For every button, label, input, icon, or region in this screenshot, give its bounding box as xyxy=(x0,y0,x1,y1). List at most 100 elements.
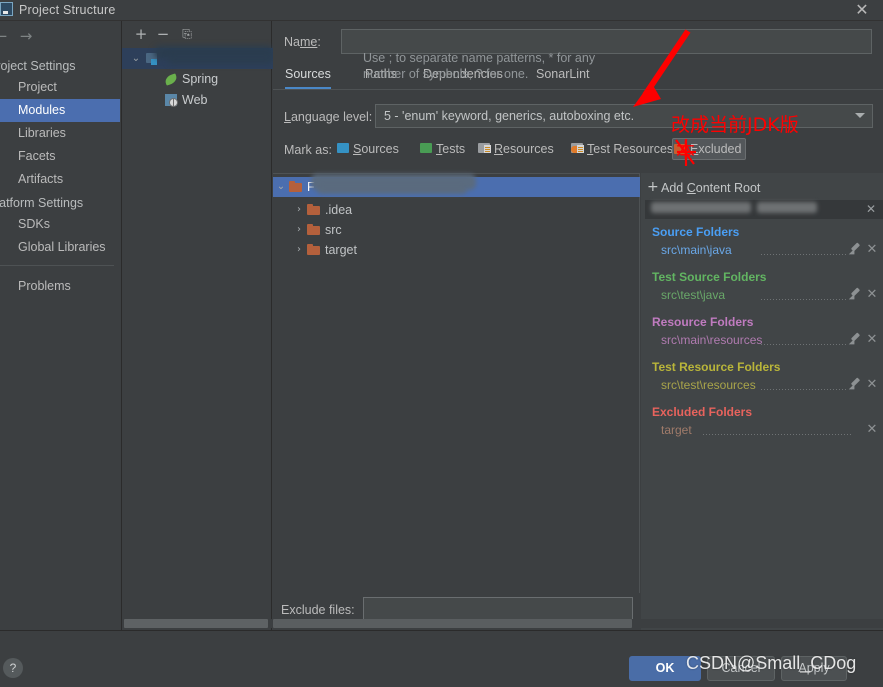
redaction-blob xyxy=(168,55,273,64)
modules-hscrollbar-track[interactable] xyxy=(122,619,273,628)
sidebar-item-label: Project xyxy=(18,80,57,94)
help-button[interactable]: ? xyxy=(3,658,23,678)
remove-folder-icon[interactable]: ✕ xyxy=(865,243,879,257)
language-level-label-rest: anguage level: xyxy=(290,110,373,124)
folder-icon xyxy=(307,224,321,236)
back-arrow-icon[interactable]: ← xyxy=(0,27,14,45)
main-hscrollbar-thumb[interactable] xyxy=(273,619,632,628)
remove-folder-icon[interactable]: ✕ xyxy=(865,288,879,302)
chevron-down-icon[interactable]: ⌄ xyxy=(130,48,142,69)
edit-pencil-icon[interactable] xyxy=(848,287,862,303)
modules-list-panel: + − ⎘ ⌄ Spring Web xyxy=(121,21,274,630)
add-content-root-post: ontent Root xyxy=(695,181,761,195)
module-name-label: Name: xyxy=(284,35,321,49)
mark-as-label: xcluded xyxy=(698,142,742,156)
sidebar-item-modules[interactable]: Modules xyxy=(0,99,120,122)
forward-arrow-icon[interactable]: → xyxy=(13,27,39,45)
chevron-right-icon[interactable]: › xyxy=(293,220,305,240)
mark-as-esources-button[interactable]: Resources xyxy=(477,138,558,160)
sidebar-item-label: Libraries xyxy=(18,126,66,140)
edit-pencil-icon[interactable] xyxy=(848,242,862,258)
title-bar: Project Structure ✕ xyxy=(0,0,883,21)
mark-as-label: Mark as: xyxy=(284,143,332,157)
content-root-tree: ⌄F›.idea›src›target xyxy=(273,173,640,593)
remove-folder-icon[interactable]: ✕ xyxy=(865,378,879,392)
tabs-divider xyxy=(273,89,883,90)
mark-as-est-resources-button[interactable]: Test Resources xyxy=(570,138,677,160)
sidebar-item-facets[interactable]: Facets xyxy=(0,145,120,168)
module-list-item-label: Spring xyxy=(182,72,219,86)
chevron-down-icon[interactable]: ⌄ xyxy=(275,177,287,197)
folder-group-title: Source Folders xyxy=(652,225,740,239)
add-content-root-button[interactable]: + Add Content Root xyxy=(647,179,760,197)
exclude-files-hint-line2: number of symbols, ? for one. xyxy=(363,67,529,81)
tree-row[interactable]: › target xyxy=(273,240,640,260)
mark-as-label: est Resources xyxy=(593,142,674,156)
module-list-item[interactable]: Spring xyxy=(122,69,273,90)
modules-hscrollbar-thumb[interactable] xyxy=(124,619,268,628)
add-module-icon[interactable]: + xyxy=(131,24,151,44)
remove-content-root-icon[interactable]: ✕ xyxy=(863,201,879,218)
remove-folder-icon[interactable]: ✕ xyxy=(865,423,879,437)
tests-folder-icon xyxy=(420,142,434,154)
mark-as-ests-button[interactable]: Tests xyxy=(419,138,469,160)
sidebar-item-artifacts[interactable]: Artifacts xyxy=(0,168,120,191)
folder-path: src\main\java xyxy=(661,243,732,257)
dotted-leader xyxy=(761,344,846,345)
remove-folder-icon[interactable]: ✕ xyxy=(865,333,879,347)
folder-path: src\test\resources xyxy=(661,378,756,392)
mark-as-ources-button[interactable]: Sources xyxy=(336,138,403,160)
exclude-files-input[interactable] xyxy=(363,597,633,620)
edit-pencil-icon[interactable] xyxy=(848,377,862,393)
folder-icon xyxy=(307,204,321,216)
chevron-down-icon[interactable] xyxy=(855,113,865,118)
annotation-jdk-note-line2: 本 xyxy=(676,140,696,162)
redaction-blob xyxy=(757,202,817,213)
module-list-item-label: Web xyxy=(182,93,208,107)
sidebar-group-title: Platform Settings xyxy=(0,196,84,210)
module-name-label-pre: Na xyxy=(284,35,300,49)
add-content-root-pre: Add xyxy=(661,181,687,195)
sidebar-item-libraries[interactable]: Libraries xyxy=(0,122,120,145)
sidebar-item-label: Modules xyxy=(18,103,66,117)
dotted-leader xyxy=(703,434,853,435)
folder-path: target xyxy=(661,423,692,437)
tree-row[interactable]: › src xyxy=(273,220,640,240)
exclude-files-label: Exclude files: xyxy=(281,603,355,617)
copy-module-icon[interactable]: ⎘ xyxy=(177,24,197,44)
edit-pencil-icon[interactable] xyxy=(848,332,862,348)
tree-row[interactable]: › .idea xyxy=(273,200,640,220)
close-icon[interactable]: ✕ xyxy=(851,0,873,20)
sidebar-item-global-libraries[interactable]: Global Libraries xyxy=(0,236,120,259)
add-content-root-mnemonic: C xyxy=(686,181,696,195)
sidebar-nav-buttons: ← → xyxy=(0,25,108,47)
tab-sources[interactable]: Sources xyxy=(285,63,331,90)
sidebar-group-title: Project Settings xyxy=(0,59,76,73)
module-name-label-colon: : xyxy=(317,35,321,49)
main-hscrollbar-track[interactable] xyxy=(273,619,883,628)
redaction-blob xyxy=(317,185,467,194)
sidebar-item-sdks[interactable]: SDKs xyxy=(0,213,120,236)
test-resources-folder-icon xyxy=(571,142,585,154)
idea-icon xyxy=(0,2,13,16)
tree-row-label: target xyxy=(325,243,357,257)
window-title: Project Structure xyxy=(19,3,116,17)
redaction-blob xyxy=(651,202,751,213)
content-root-details-panel: + Add Content Root ✕ Source Folders src\ma… xyxy=(641,173,883,631)
folder-group-title: Test Source Folders xyxy=(652,270,767,284)
mark-as-mnemonic: R xyxy=(494,142,504,156)
chevron-right-icon[interactable]: › xyxy=(293,200,305,220)
module-list-item[interactable]: Web xyxy=(122,90,273,111)
folder-path: src\main\resources xyxy=(661,333,763,347)
language-level-mnemonic: L xyxy=(284,110,291,124)
folder-group-title: Resource Folders xyxy=(652,315,754,329)
dotted-leader xyxy=(761,254,846,255)
chevron-right-icon[interactable]: › xyxy=(293,240,305,260)
resources-folder-icon xyxy=(478,142,492,154)
language-level-label: Language level: xyxy=(284,110,372,124)
sidebar-item-label: Problems xyxy=(18,279,71,293)
remove-module-icon[interactable]: − xyxy=(153,24,173,44)
mark-as-row: Mark as: Sources Tests Resources Test Resou… xyxy=(273,138,883,162)
sidebar-item-problems[interactable]: Problems xyxy=(0,275,120,298)
sidebar-item-project[interactable]: Project xyxy=(0,76,120,99)
